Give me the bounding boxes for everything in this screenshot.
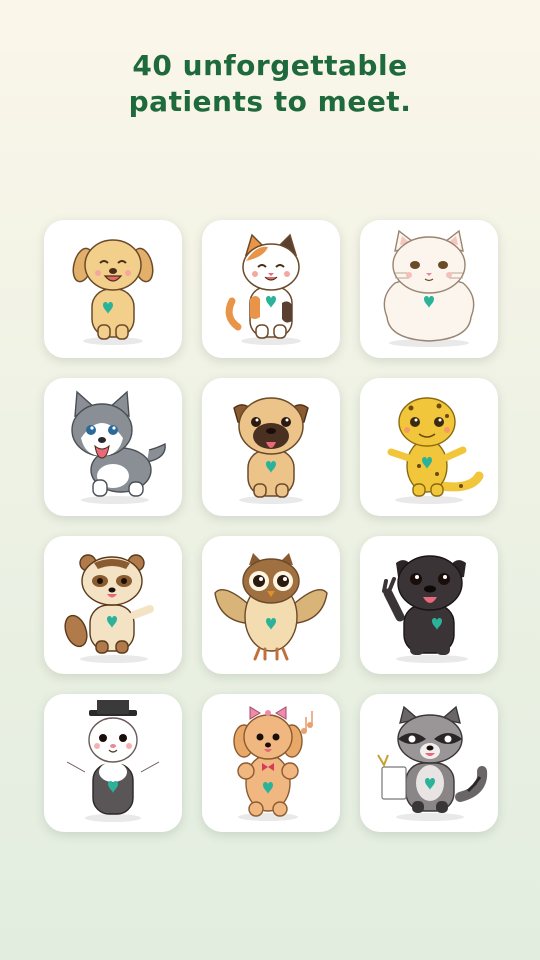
ferret-top-hat-icon — [63, 700, 163, 822]
patient-card-ferret-top-hat[interactable] — [44, 694, 182, 832]
patient-card-husky-puppy[interactable] — [44, 378, 182, 516]
leopard-gecko-icon — [387, 397, 484, 504]
black-pug-icon — [382, 555, 468, 663]
headline-line-1: 40 unforgettable — [132, 49, 408, 82]
raccoon-dog-icon — [64, 554, 154, 663]
pug-icon — [233, 397, 309, 504]
owl-icon — [214, 553, 328, 661]
husky-puppy-icon — [71, 390, 166, 504]
patient-card-poodle[interactable] — [202, 694, 340, 832]
patient-card-owl[interactable] — [202, 536, 340, 674]
calico-kitten-icon — [225, 233, 301, 345]
golden-puppy-icon — [72, 239, 154, 345]
headline-line-2: patients to meet. — [128, 85, 412, 118]
patient-card-raccoon-dog[interactable] — [44, 536, 182, 674]
fluffy-white-cat-icon — [383, 229, 475, 347]
patient-card-leopard-gecko[interactable] — [360, 378, 498, 516]
poodle-icon — [233, 706, 313, 821]
patient-card-black-pug[interactable] — [360, 536, 498, 674]
patient-card-golden-puppy[interactable] — [44, 220, 182, 358]
patient-card-raccoon[interactable] — [360, 694, 498, 832]
patients-grid — [44, 220, 498, 832]
raccoon-icon — [377, 705, 488, 821]
patient-card-pug[interactable] — [202, 378, 340, 516]
patient-card-calico-kitten[interactable] — [202, 220, 340, 358]
onboarding-screen: 40 unforgettable patients to meet. — [0, 0, 540, 960]
headline: 40 unforgettable patients to meet. — [0, 48, 540, 120]
patient-card-fluffy-white-cat[interactable] — [360, 220, 498, 358]
